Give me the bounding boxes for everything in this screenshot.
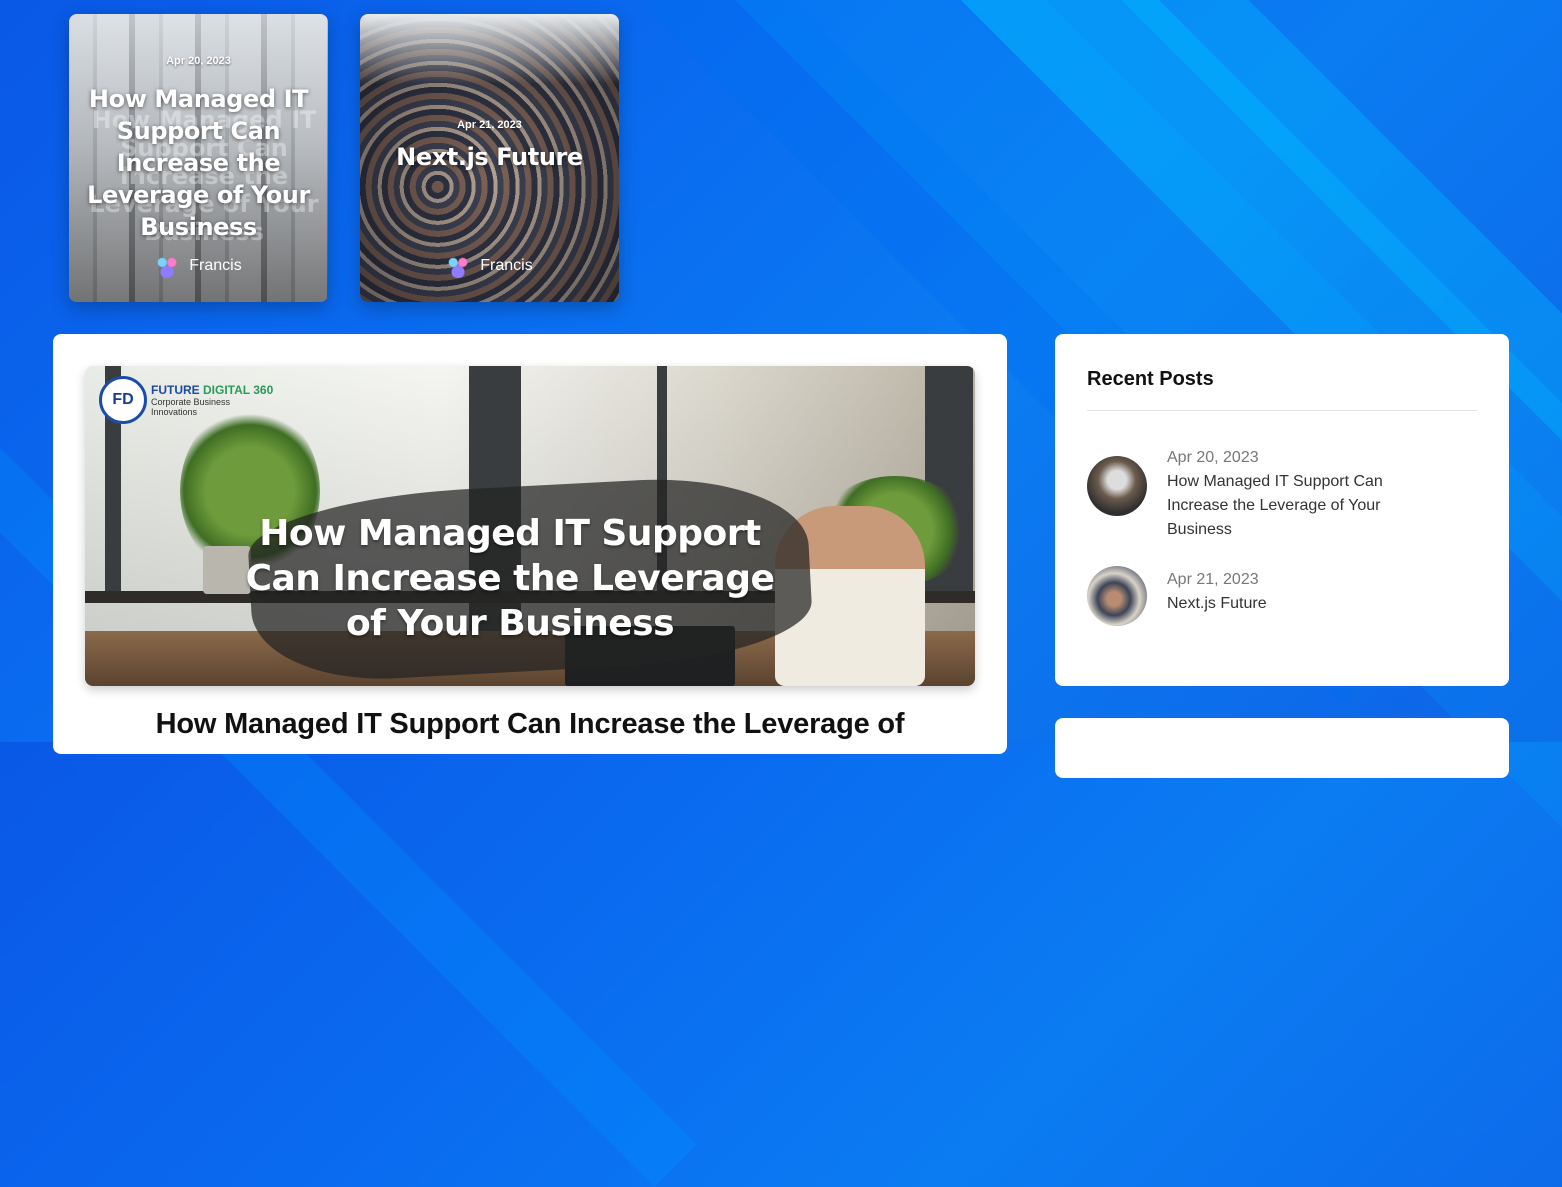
post-date: Apr 20, 2023	[166, 55, 231, 67]
featured-post-card[interactable]: How Managed IT Support Can Increase the …	[69, 14, 328, 302]
hero-overlay-title: How Managed IT Support Can Increase the …	[245, 513, 775, 644]
widget-heading: Recent Posts	[1087, 368, 1214, 390]
recent-post-item[interactable]: Apr 21, 2023 Next.js Future	[1087, 566, 1427, 626]
logo-abbr: FD	[112, 391, 134, 408]
logo-tagline: Corporate Business Innovations	[151, 397, 231, 417]
divider	[1087, 410, 1477, 411]
recent-post-title[interactable]: How Managed IT Support Can Increase the …	[1167, 470, 1427, 542]
article-hero-image[interactable]: How Managed IT Support Can Increase the …	[85, 366, 975, 686]
logo-name-part1: FUTURE	[151, 383, 203, 397]
logo-badge: FD	[99, 376, 147, 424]
featured-post-card[interactable]: Apr 21, 2023 Next.js Future Francis	[360, 14, 619, 302]
post-title[interactable]: Next.js Future	[382, 141, 597, 173]
post-date: Apr 21, 2023	[457, 119, 522, 131]
author-avatar-icon	[155, 254, 180, 278]
recent-post-thumbnail[interactable]	[1087, 566, 1147, 626]
article-title[interactable]: How Managed IT Support Can Increase the …	[53, 708, 1007, 741]
recent-post-date: Apr 21, 2023	[1167, 571, 1259, 588]
recent-post-item[interactable]: Apr 20, 2023 How Managed IT Support Can …	[1087, 446, 1427, 542]
logo-name-part2: DIGITAL 360	[203, 383, 274, 397]
post-author[interactable]: Francis	[69, 254, 328, 278]
author-name: Francis	[189, 257, 242, 274]
recent-posts-widget: Recent Posts Apr 20, 2023 How Managed IT…	[1055, 334, 1509, 686]
recent-post-thumbnail[interactable]	[1087, 456, 1147, 516]
recent-post-date: Apr 20, 2023	[1167, 449, 1259, 466]
brand-logo: FD FUTURE DIGITAL 360 Corporate Business…	[99, 376, 273, 424]
sidebar-widget	[1055, 718, 1509, 778]
post-title[interactable]: How Managed IT Support Can Increase the …	[69, 83, 328, 243]
logo-name: FUTURE DIGITAL 360	[151, 383, 273, 397]
article-card: How Managed IT Support Can Increase the …	[53, 334, 1007, 754]
post-author[interactable]: Francis	[360, 254, 619, 278]
recent-post-title[interactable]: Next.js Future	[1167, 592, 1427, 616]
author-name: Francis	[480, 257, 533, 274]
author-avatar-icon	[446, 254, 471, 278]
